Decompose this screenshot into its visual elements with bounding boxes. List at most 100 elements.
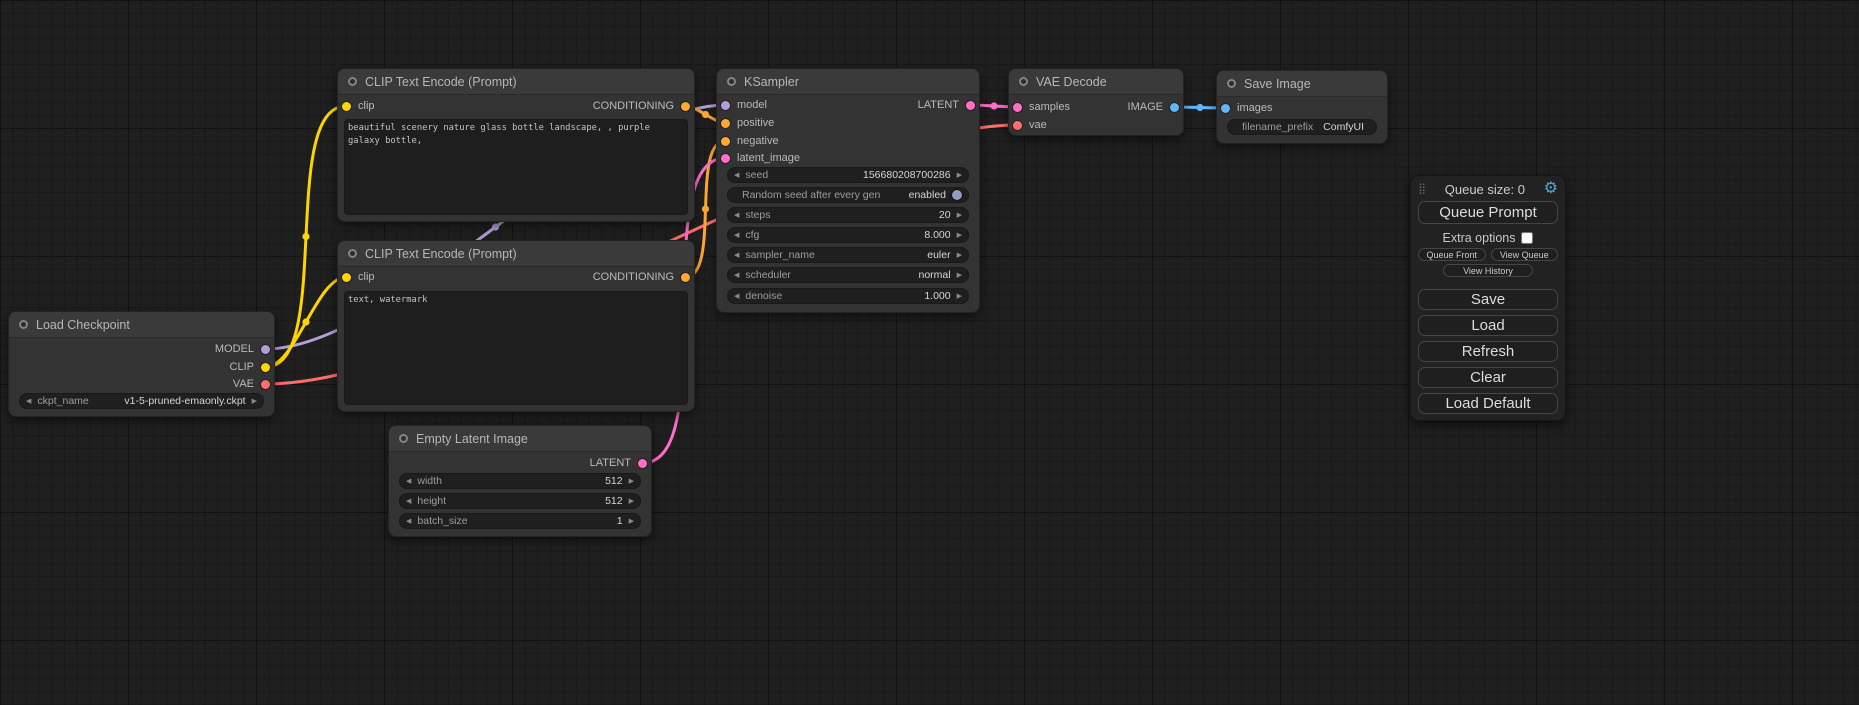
increment-arrow-icon[interactable]: ▶ bbox=[957, 172, 962, 179]
decrement-arrow-icon[interactable]: ◀ bbox=[734, 293, 739, 300]
decrement-arrow-icon[interactable]: ◀ bbox=[406, 518, 411, 525]
slot-label: IMAGE bbox=[1128, 101, 1163, 113]
node-title-bar[interactable]: CLIP Text Encode (Prompt) bbox=[338, 69, 694, 95]
increment-arrow-icon[interactable]: ▶ bbox=[957, 212, 962, 219]
slot-dot-vae[interactable] bbox=[1013, 121, 1022, 130]
collapse-dot[interactable] bbox=[19, 320, 28, 329]
decrement-arrow-icon[interactable]: ◀ bbox=[734, 272, 739, 279]
increment-arrow-icon[interactable]: ▶ bbox=[252, 398, 257, 405]
increment-arrow-icon[interactable]: ▶ bbox=[629, 498, 634, 505]
queue-prompt-button[interactable]: Queue Prompt bbox=[1418, 201, 1558, 224]
decrement-arrow-icon[interactable]: ◀ bbox=[734, 172, 739, 179]
clear-button[interactable]: Clear bbox=[1418, 367, 1558, 388]
widget-value: enabled bbox=[909, 189, 946, 201]
slot-dot-vae[interactable] bbox=[261, 380, 270, 389]
save-button[interactable]: Save bbox=[1418, 289, 1558, 310]
node-graph-canvas[interactable]: Load Checkpoint MODEL CLIP VAE ◀ ckpt_na… bbox=[0, 0, 1859, 705]
drag-handle-icon[interactable]: ⣿ bbox=[1418, 184, 1426, 195]
prompt-textarea[interactable]: text, watermark bbox=[344, 291, 688, 405]
input-slot-positive: positive bbox=[721, 115, 774, 131]
slot-dot-samples[interactable] bbox=[1013, 103, 1022, 112]
decrement-arrow-icon[interactable]: ◀ bbox=[406, 498, 411, 505]
view-history-button[interactable]: View History bbox=[1443, 264, 1533, 277]
widget-batch-size[interactable]: ◀ batch_size 1 ▶ bbox=[399, 513, 641, 529]
slot-dot-latent[interactable] bbox=[638, 459, 647, 468]
refresh-button[interactable]: Refresh bbox=[1418, 341, 1558, 362]
load-default-button[interactable]: Load Default bbox=[1418, 393, 1558, 414]
node-vae-decode[interactable]: VAE Decode samples vae IMAGE bbox=[1008, 68, 1184, 136]
slot-dot-images[interactable] bbox=[1221, 104, 1230, 113]
link-midpoint-dot bbox=[990, 102, 997, 109]
link-midpoint-dot bbox=[1196, 104, 1203, 111]
widget-cfg[interactable]: ◀ cfg 8.000 ▶ bbox=[727, 227, 969, 243]
decrement-arrow-icon[interactable]: ◀ bbox=[734, 232, 739, 239]
load-button[interactable]: Load bbox=[1418, 315, 1558, 336]
collapse-dot[interactable] bbox=[727, 77, 736, 86]
node-save-image[interactable]: Save Image images filename_prefix ComfyU… bbox=[1216, 70, 1388, 144]
slot-dot-conditioning[interactable] bbox=[681, 273, 690, 282]
decrement-arrow-icon[interactable]: ◀ bbox=[734, 252, 739, 259]
collapse-dot[interactable] bbox=[1019, 77, 1028, 86]
widget-denoise[interactable]: ◀ denoise 1.000 ▶ bbox=[727, 288, 969, 304]
node-clip-text-encode-positive[interactable]: CLIP Text Encode (Prompt) clip CONDITION… bbox=[337, 68, 695, 222]
decrement-arrow-icon[interactable]: ◀ bbox=[26, 398, 31, 405]
decrement-arrow-icon[interactable]: ◀ bbox=[734, 212, 739, 219]
toggle-indicator[interactable] bbox=[952, 190, 962, 200]
view-queue-button[interactable]: View Queue bbox=[1491, 248, 1559, 261]
node-load-checkpoint[interactable]: Load Checkpoint MODEL CLIP VAE ◀ ckpt_na… bbox=[8, 311, 275, 417]
queue-menu-panel: ⣿ Queue size: 0 ⚙ Queue Prompt Extra opt… bbox=[1410, 175, 1566, 421]
increment-arrow-icon[interactable]: ▶ bbox=[629, 478, 634, 485]
collapse-dot[interactable] bbox=[1227, 79, 1236, 88]
widget-steps[interactable]: ◀ steps 20 ▶ bbox=[727, 207, 969, 223]
slot-label: VAE bbox=[233, 378, 254, 390]
input-slot-vae: vae bbox=[1013, 117, 1047, 133]
extra-options-checkbox[interactable] bbox=[1521, 232, 1533, 244]
slot-dot-negative[interactable] bbox=[721, 137, 730, 146]
slot-dot-latent-image[interactable] bbox=[721, 154, 730, 163]
node-title-bar[interactable]: Load Checkpoint bbox=[9, 312, 274, 338]
widget-filename-prefix[interactable]: filename_prefix ComfyUI bbox=[1227, 119, 1377, 135]
slot-dot-clip[interactable] bbox=[342, 102, 351, 111]
node-clip-text-encode-negative[interactable]: CLIP Text Encode (Prompt) clip CONDITION… bbox=[337, 240, 695, 412]
slot-label: vae bbox=[1029, 119, 1047, 131]
collapse-dot[interactable] bbox=[348, 249, 357, 258]
increment-arrow-icon[interactable]: ▶ bbox=[957, 252, 962, 259]
node-empty-latent-image[interactable]: Empty Latent Image LATENT ◀ width 512 ▶ … bbox=[388, 425, 652, 537]
slot-dot-clip[interactable] bbox=[342, 273, 351, 282]
widget-value: 512 bbox=[605, 475, 623, 487]
widget-scheduler[interactable]: ◀ scheduler normal ▶ bbox=[727, 267, 969, 283]
slot-dot-conditioning[interactable] bbox=[681, 102, 690, 111]
widget-ckpt-name[interactable]: ◀ ckpt_name v1-5-pruned-emaonly.ckpt ▶ bbox=[19, 393, 264, 409]
collapse-dot[interactable] bbox=[399, 434, 408, 443]
node-title-bar[interactable]: Empty Latent Image bbox=[389, 426, 651, 452]
widget-height[interactable]: ◀ height 512 ▶ bbox=[399, 493, 641, 509]
queue-front-button[interactable]: Queue Front bbox=[1418, 248, 1486, 261]
settings-gear-icon[interactable]: ⚙ bbox=[1544, 181, 1558, 197]
widget-value: 156680208700286 bbox=[863, 169, 951, 181]
slot-dot-latent[interactable] bbox=[966, 101, 975, 110]
node-ksampler[interactable]: KSampler model positive negative latent_… bbox=[716, 68, 980, 313]
increment-arrow-icon[interactable]: ▶ bbox=[957, 232, 962, 239]
increment-arrow-icon[interactable]: ▶ bbox=[957, 272, 962, 279]
widget-value: 20 bbox=[939, 209, 951, 221]
node-title-bar[interactable]: VAE Decode bbox=[1009, 69, 1183, 95]
widget-width[interactable]: ◀ width 512 ▶ bbox=[399, 473, 641, 489]
collapse-dot[interactable] bbox=[348, 77, 357, 86]
prompt-textarea[interactable]: beautiful scenery nature glass bottle la… bbox=[344, 119, 688, 215]
widget-label: ckpt_name bbox=[37, 395, 88, 407]
slot-dot-clip[interactable] bbox=[261, 363, 270, 372]
node-title-bar[interactable]: Save Image bbox=[1217, 71, 1387, 97]
node-title-bar[interactable]: CLIP Text Encode (Prompt) bbox=[338, 241, 694, 267]
menu-header: ⣿ Queue size: 0 ⚙ bbox=[1418, 179, 1558, 199]
widget-random-seed-toggle[interactable]: Random seed after every gen enabled bbox=[727, 187, 969, 203]
slot-dot-image[interactable] bbox=[1170, 103, 1179, 112]
slot-dot-model[interactable] bbox=[721, 101, 730, 110]
slot-dot-positive[interactable] bbox=[721, 119, 730, 128]
increment-arrow-icon[interactable]: ▶ bbox=[629, 518, 634, 525]
slot-dot-model[interactable] bbox=[261, 345, 270, 354]
increment-arrow-icon[interactable]: ▶ bbox=[957, 293, 962, 300]
node-title-bar[interactable]: KSampler bbox=[717, 69, 979, 95]
widget-sampler-name[interactable]: ◀ sampler_name euler ▶ bbox=[727, 247, 969, 263]
decrement-arrow-icon[interactable]: ◀ bbox=[406, 478, 411, 485]
widget-seed[interactable]: ◀ seed 156680208700286 ▶ bbox=[727, 167, 969, 183]
